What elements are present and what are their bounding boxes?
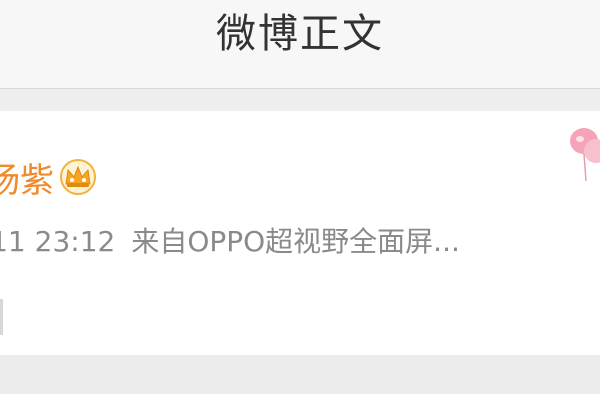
vip-crown-icon[interactable] <box>58 156 98 196</box>
post-header-card: 杨紫 -11 23:12 来自OPPO超视野全面屏... <box>0 111 600 355</box>
bottom-divider <box>0 355 600 394</box>
post-meta: -11 23:12 来自OPPO超视野全面屏... <box>0 224 460 260</box>
navigation-bar: 微博正文 <box>0 0 600 89</box>
post-source[interactable]: 来自OPPO超视野全面屏... <box>131 225 460 258</box>
balloon-icon <box>570 128 600 182</box>
page-title: 微博正文 <box>216 11 384 57</box>
username-link[interactable]: 杨紫 <box>0 161 54 201</box>
content-edge <box>0 299 3 335</box>
post-time: -11 23:12 <box>0 225 116 258</box>
section-divider <box>0 89 600 111</box>
